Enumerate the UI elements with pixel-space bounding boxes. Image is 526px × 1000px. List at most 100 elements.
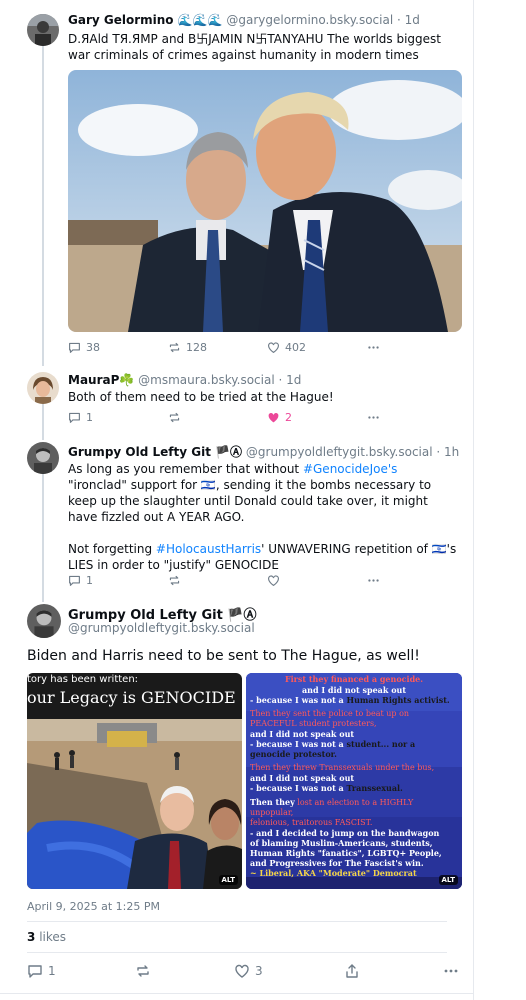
poem-line: and I did not speak out xyxy=(250,729,355,739)
poem-line: Human Rights "fanatics", LGBTQ+ People, xyxy=(250,848,442,858)
post-time[interactable]: · 1h xyxy=(436,445,459,459)
post-image-left[interactable]: tory has been written: our Legacy is GEN… xyxy=(27,673,242,889)
reply-count: 1 xyxy=(48,964,56,978)
reply-count: 1 xyxy=(86,574,93,587)
poem-line: Human Rights activist. xyxy=(346,695,450,705)
divider xyxy=(27,952,447,953)
reply-button[interactable]: 1 xyxy=(68,411,93,424)
thread-line xyxy=(42,404,44,440)
poem-line: and I did not speak out xyxy=(301,685,407,695)
author-handle[interactable]: @grumpyoldleftygit.bsky.social xyxy=(68,621,255,635)
like-count: 402 xyxy=(285,341,306,354)
post-actions: 1 2 xyxy=(68,411,388,427)
heart-icon xyxy=(235,964,249,978)
poem-line: Then they xyxy=(250,797,295,807)
poem-line: - and I decided to jump on the bandwagon xyxy=(250,828,440,838)
author-name[interactable]: MauraP☘️ xyxy=(68,373,134,387)
poem-line: PEACEFUL student protesters, xyxy=(250,719,377,728)
poem-line: and Progressives for The Fascist's win. xyxy=(250,858,424,868)
repost-icon xyxy=(169,342,180,353)
like-button[interactable]: 402 xyxy=(267,341,306,354)
poem-line: Transsexual. xyxy=(346,783,403,793)
post-image-right[interactable]: First they financed a genocide. and I di… xyxy=(246,673,462,889)
more-options-button[interactable] xyxy=(367,574,380,587)
like-count: 2 xyxy=(285,411,292,424)
like-button[interactable] xyxy=(267,574,285,587)
repost-button[interactable]: 128 xyxy=(168,341,207,354)
post-text-part: As long as you remember that without xyxy=(68,462,303,476)
thread-line xyxy=(42,474,44,602)
poem-line: felonious, traitorous FASCIST. xyxy=(250,818,373,827)
more-icon xyxy=(368,579,379,582)
repost-icon xyxy=(169,412,180,423)
post-timestamp[interactable]: April 9, 2025 at 1:25 PM xyxy=(27,900,160,913)
post-actions: 38 128 402 xyxy=(68,341,388,357)
divider xyxy=(27,921,447,922)
post-header: Grumpy Old Lefty Git 🏴Ⓐ @grumpyoldleftyg… xyxy=(68,443,468,460)
like-button[interactable]: 3 xyxy=(234,963,263,979)
repost-icon xyxy=(169,575,180,586)
likes-count: 3 xyxy=(27,930,36,944)
poem-line: of blaming Muslim-Americans, students, xyxy=(250,838,433,848)
reply-icon xyxy=(69,412,80,423)
avatar[interactable] xyxy=(27,604,61,638)
repost-button[interactable] xyxy=(135,963,156,979)
heart-icon xyxy=(268,342,279,354)
post-text: Both of them need to be tried at the Hag… xyxy=(68,390,334,404)
more-options-button[interactable] xyxy=(367,341,380,354)
avatar[interactable] xyxy=(27,14,59,46)
post-header: Gary Gelormino 🌊🌊🌊 @garygelormino.bsky.s… xyxy=(68,13,468,27)
thread-line xyxy=(42,46,44,366)
hashtag-link[interactable]: #GenocideJoe's xyxy=(303,462,397,476)
post-photo[interactable] xyxy=(68,70,462,332)
reply-count: 38 xyxy=(86,341,100,354)
post-header: MauraP☘️ @msmaura.bsky.social · 1d xyxy=(68,373,468,387)
post-text-part: "ironclad" support for 🇮🇱, sending it th… xyxy=(68,478,432,524)
more-options-button[interactable] xyxy=(443,963,459,979)
divider xyxy=(0,993,474,994)
heart-icon xyxy=(268,575,279,587)
avatar[interactable] xyxy=(27,442,59,474)
author-name[interactable]: Gary Gelormino 🌊🌊🌊 xyxy=(68,13,223,27)
alt-badge[interactable]: ALT xyxy=(438,875,458,885)
share-button[interactable] xyxy=(344,963,360,979)
poem-line: - because I was not a xyxy=(250,739,344,749)
hashtag-link[interactable]: #HolocaustHarris xyxy=(156,542,261,556)
avatar[interactable] xyxy=(27,372,59,404)
poem-line: First they financed a genocide. xyxy=(284,674,424,684)
more-options-button[interactable] xyxy=(367,411,380,424)
post-actions: 1 xyxy=(68,574,388,590)
like-button[interactable]: 2 xyxy=(267,411,292,424)
likes-summary[interactable]: 3 likes xyxy=(27,930,66,944)
image-poem: First they financed a genocide. and I di… xyxy=(246,673,462,889)
poem-line: Then they threw Transsexuals under the b… xyxy=(250,763,435,772)
reply-icon xyxy=(28,965,42,978)
repost-button[interactable] xyxy=(168,574,186,587)
main-post-actions: 1 3 xyxy=(27,963,462,981)
post-text-part: Not forgetting xyxy=(68,542,156,556)
reply-icon xyxy=(69,342,80,353)
poem-line: ~ Liberal, AKA "Moderate" Democrat xyxy=(250,868,417,878)
reply-button[interactable]: 38 xyxy=(68,341,100,354)
post-text: D.ЯAld TЯ.ЯMP and B卐JAMIN N卐TANYAHU The … xyxy=(68,32,441,62)
main-post-text: Biden and Harris need to be sent to The … xyxy=(27,648,420,664)
post-time[interactable]: · 1d xyxy=(397,13,420,27)
author-handle[interactable]: @msmaura.bsky.social xyxy=(138,373,275,387)
author-handle[interactable]: @grumpyoldleftygit.bsky.social xyxy=(246,445,433,459)
like-count: 3 xyxy=(255,964,263,978)
poem-line: - because I was not a xyxy=(250,695,344,705)
poem-line: Then they sent the police to beat up on xyxy=(250,709,410,718)
alt-badge[interactable]: ALT xyxy=(218,875,238,885)
post-time[interactable]: · 1d xyxy=(279,373,302,387)
reply-button[interactable]: 1 xyxy=(68,574,93,587)
author-handle[interactable]: @garygelormino.bsky.social xyxy=(226,13,393,27)
author-name[interactable]: Grumpy Old Lefty Git 🏴Ⓐ xyxy=(68,445,242,459)
poem-line: and I did not speak out xyxy=(250,773,355,783)
repost-button[interactable] xyxy=(168,411,186,424)
post-text: As long as you remember that without #Ge… xyxy=(68,461,458,573)
more-icon xyxy=(368,346,379,349)
likes-label: likes xyxy=(39,930,67,944)
reply-button[interactable]: 1 xyxy=(27,963,56,979)
heart-icon xyxy=(268,412,279,423)
poem-line: - because I was not a xyxy=(250,783,344,793)
